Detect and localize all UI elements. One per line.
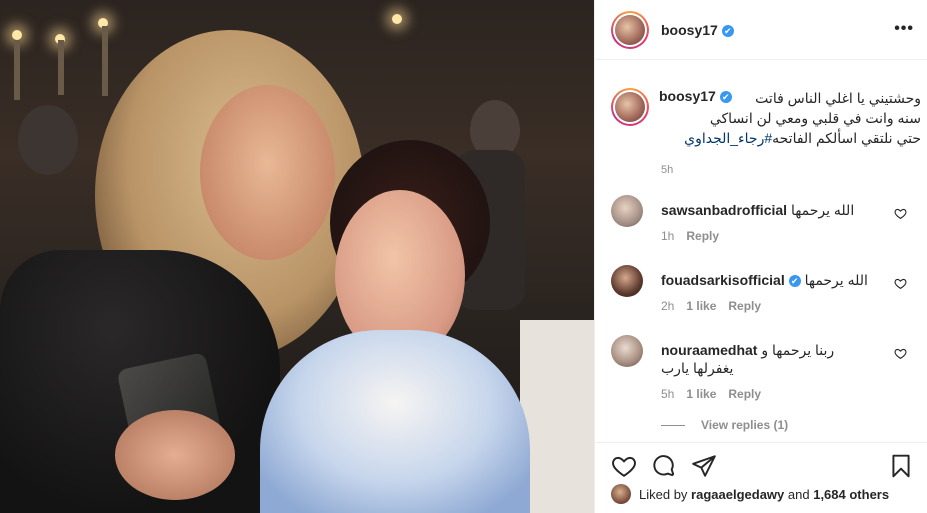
comment-time[interactable]: 2h [661,299,674,313]
view-replies-line [661,424,685,426]
view-replies-label: View replies (1) [701,418,789,432]
background-light [392,14,402,24]
commenter-username[interactable]: sawsanbadrofficial [661,202,787,218]
comment-body: nouraamedhat ربنا يرحمها و يغفرلها يارب [661,341,876,377]
likes-others-count[interactable]: 1,684 others [813,487,889,502]
caption-username[interactable]: boosy17 ✔ [659,88,732,104]
comment-time[interactable]: 5h [661,387,674,401]
reply-button[interactable]: Reply [728,387,761,401]
commenter-avatar[interactable] [611,335,643,367]
caption-line-2: سنه وانت في قلبي ومعي لن انساكي [709,110,921,126]
caption-timestamp[interactable]: 5h [661,164,921,176]
post-header: boosy17 ✔ ••• [595,0,927,60]
verified-badge-icon: ✔ [721,24,734,37]
liker-username[interactable]: ragaaelgedawy [691,487,784,502]
liker-avatar[interactable] [611,484,631,504]
reply-button[interactable]: Reply [728,299,761,313]
woman-right-scarf [260,330,530,513]
post-side-panel: boosy17 ✔ ••• boosy17 ✔ وحشتيني يا اغلي ال… [594,0,927,513]
more-options-icon[interactable]: ••• [894,20,914,38]
share-icon[interactable] [691,453,717,479]
background-person [18,105,78,175]
background-pillar [102,26,108,96]
bookmark-icon[interactable] [888,453,914,479]
comment-meta: 1h Reply [661,229,719,243]
verified-badge-icon: ✔ [719,91,732,104]
caption-line-3: حتي نلتقي اسألكم الفاتحه#رجاء_الجداوي [684,130,921,146]
commenter-avatar[interactable] [611,195,643,227]
comment-item: fouadsarkisofficial ✔ الله يرحمها 2h 1 li… [611,265,921,320]
comment-body: fouadsarkisofficial ✔ الله يرحمها [661,271,876,289]
comment-like-count[interactable]: 1 like [686,387,716,401]
woman-left-face [200,85,335,260]
comment-time[interactable]: 1h [661,229,674,243]
background-pillar [14,40,20,100]
hand [115,410,235,500]
commenter-avatar[interactable] [611,265,643,297]
background-light [12,30,22,40]
author-username[interactable]: boosy17 ✔ [661,22,734,38]
comment-meta: 5h 1 like Reply [661,387,761,401]
comment-like-heart-icon[interactable] [894,207,907,220]
comment-meta: 2h 1 like Reply [661,299,761,313]
caption-author-avatar[interactable] [611,88,649,126]
comment-like-count[interactable]: 1 like [686,299,716,313]
post-caption: boosy17 ✔ وحشتيني يا اغلي الناس فاتت سنه … [611,88,921,176]
comment-text: الله يرحمها [790,202,855,218]
likes-summary: Liked by ragaaelgedawy and 1,684 others [611,484,889,504]
comment-item: nouraamedhat ربنا يرحمها و يغفرلها يارب … [611,335,921,415]
post-photo [0,0,594,513]
comment-item: sawsanbadrofficial الله يرحمها 1h Reply [611,195,921,250]
verified-badge-icon: ✔ [788,275,801,288]
view-replies-button[interactable]: View replies (1) [661,418,788,432]
comment-text: الله يرحمها [804,272,868,288]
author-avatar[interactable] [611,10,649,49]
likes-prefix: Liked by [639,486,688,502]
comment-icon[interactable] [651,453,677,479]
comment-like-heart-icon[interactable] [894,277,907,290]
caption-line-1: وحشتيني يا اغلي الناس فاتت [755,90,921,106]
heart-icon[interactable] [611,453,637,479]
background-pillar [58,40,64,95]
commenter-username[interactable]: fouadsarkisofficial [661,272,785,288]
reply-button[interactable]: Reply [686,229,719,243]
caption-content: boosy17 ✔ وحشتيني يا اغلي الناس فاتت سنه … [659,88,921,148]
comment-body: sawsanbadrofficial الله يرحمها [661,201,876,219]
post-action-bar [595,442,927,488]
likes-and: and [787,486,810,502]
hashtag-link[interactable]: #رجاء_الجداوي [684,130,772,146]
comment-like-heart-icon[interactable] [894,347,907,360]
table-cloth [520,320,594,513]
commenter-username[interactable]: nouraamedhat [661,342,757,358]
